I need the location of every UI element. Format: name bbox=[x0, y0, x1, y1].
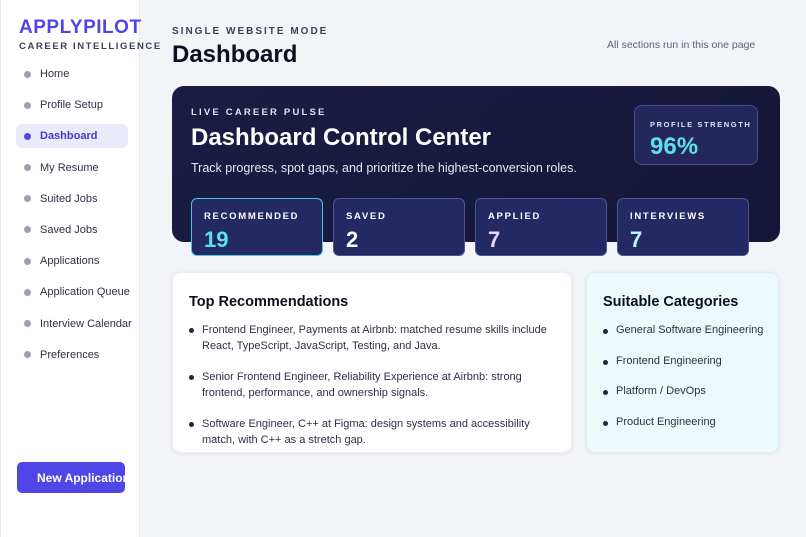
categories-list: General Software Engineering Frontend En… bbox=[602, 322, 763, 444]
page-title: Dashboard bbox=[172, 41, 298, 68]
profile-strength-value: 96% bbox=[650, 133, 699, 160]
new-application-button[interactable]: New Application bbox=[17, 462, 125, 493]
stat-label: INTERVIEWS bbox=[630, 211, 706, 222]
stat-card-interviews[interactable]: INTERVIEWS 7 bbox=[617, 198, 749, 256]
sidebar-item-profile-setup[interactable]: Profile Setup bbox=[16, 93, 128, 117]
list-item[interactable]: Platform / DevOps bbox=[602, 383, 763, 414]
bullet-dot-icon bbox=[24, 226, 31, 234]
stat-card-applied[interactable]: APPLIED 7 bbox=[475, 198, 607, 256]
bullet-dot-icon bbox=[24, 132, 31, 140]
sidebar-item-label: My Resume bbox=[40, 161, 99, 174]
sidebar-item-dashboard[interactable]: Dashboard bbox=[16, 124, 128, 149]
list-item[interactable]: General Software Engineering bbox=[602, 322, 763, 353]
bullet-dot-icon bbox=[24, 164, 31, 172]
stat-label: SAVED bbox=[346, 211, 387, 222]
list-item[interactable]: Senior Frontend Engineer, Reliability Ex… bbox=[188, 369, 548, 401]
stat-card-saved[interactable]: SAVED 2 bbox=[333, 198, 465, 256]
sidebar-item-label: Suited Jobs bbox=[40, 192, 98, 205]
stat-value: 7 bbox=[630, 227, 643, 252]
suitable-categories-card: Suitable Categories General Software Eng… bbox=[586, 272, 779, 453]
hero-eyebrow: LIVE CAREER PULSE bbox=[191, 107, 327, 118]
stat-label: APPLIED bbox=[488, 211, 542, 222]
recommendations-list: Frontend Engineer, Payments at Airbnb: m… bbox=[188, 322, 548, 463]
sidebar-item-label: Applications bbox=[40, 255, 100, 268]
sidebar-item-interview-calendar[interactable]: Interview Calendar bbox=[16, 312, 132, 336]
profile-strength-label: PROFILE STRENGTH bbox=[650, 120, 752, 129]
bullet-dot-icon bbox=[24, 70, 31, 78]
bullet-dot-icon bbox=[24, 288, 31, 296]
sidebar-item-label: Home bbox=[40, 68, 70, 80]
profile-strength-card: PROFILE STRENGTH 96% bbox=[634, 105, 758, 165]
sidebar-nav: Home Profile Setup Dashboard My Resume S… bbox=[16, 62, 132, 374]
stat-label: RECOMMENDED bbox=[204, 211, 300, 222]
bullet-dot-icon bbox=[24, 320, 31, 327]
stat-value: 7 bbox=[488, 227, 501, 252]
sidebar-item-label: Interview Calendar bbox=[40, 317, 132, 330]
page-eyebrow: SINGLE WEBSITE MODE bbox=[172, 26, 329, 37]
sidebar-item-preferences[interactable]: Preferences bbox=[16, 343, 128, 367]
sidebar-item-my-resume[interactable]: My Resume bbox=[16, 156, 128, 180]
stat-card-recommended[interactable]: RECOMMENDED 19 bbox=[191, 198, 323, 256]
sidebar-item-applications[interactable]: Applications bbox=[16, 249, 128, 273]
hero-panel: LIVE CAREER PULSE Dashboard Control Cent… bbox=[172, 86, 780, 256]
sidebar-item-suited-jobs[interactable]: Suited Jobs bbox=[16, 187, 128, 211]
sidebar-item-home[interactable]: Home bbox=[16, 62, 128, 86]
sidebar-item-label: Dashboard bbox=[40, 130, 98, 143]
sidebar-item-saved-jobs[interactable]: Saved Jobs bbox=[16, 218, 128, 242]
header-note: All sections run in this one page bbox=[607, 39, 756, 51]
sidebar-item-application-queue[interactable]: Application Queue bbox=[16, 280, 130, 304]
sidebar-item-label: Saved Jobs bbox=[40, 223, 98, 236]
sidebar-item-label: Preferences bbox=[40, 348, 100, 361]
brand-logo[interactable]: APPLYPILOT bbox=[19, 17, 142, 39]
list-item[interactable]: Product Engineering bbox=[602, 414, 763, 445]
stat-value: 2 bbox=[346, 227, 359, 252]
list-item[interactable]: Software Engineer, C++ at Figma: design … bbox=[188, 416, 548, 448]
bullet-dot-icon bbox=[24, 351, 31, 359]
top-recommendations-card: Top Recommendations Frontend Engineer, P… bbox=[172, 272, 572, 453]
sidebar-item-label: Profile Setup bbox=[40, 99, 103, 112]
card-title: Suitable Categories bbox=[603, 294, 739, 310]
bullet-dot-icon bbox=[24, 101, 31, 109]
bullet-dot-icon bbox=[24, 257, 31, 265]
bullet-dot-icon bbox=[24, 195, 31, 203]
list-item[interactable]: Frontend Engineer, Payments at Airbnb: m… bbox=[188, 322, 548, 354]
brand-tagline: CAREER INTELLIGENCE bbox=[19, 41, 162, 52]
hero-subtitle: Track progress, spot gaps, and prioritiz… bbox=[191, 161, 577, 175]
sidebar-item-label: Application Queue bbox=[40, 286, 130, 299]
card-title: Top Recommendations bbox=[189, 294, 349, 310]
hero-title: Dashboard Control Center bbox=[191, 124, 492, 151]
list-item[interactable]: Frontend Engineering bbox=[602, 353, 763, 384]
stat-value: 19 bbox=[204, 227, 229, 252]
sidebar: APPLYPILOT CAREER INTELLIGENCE Home Prof… bbox=[0, 0, 160, 537]
